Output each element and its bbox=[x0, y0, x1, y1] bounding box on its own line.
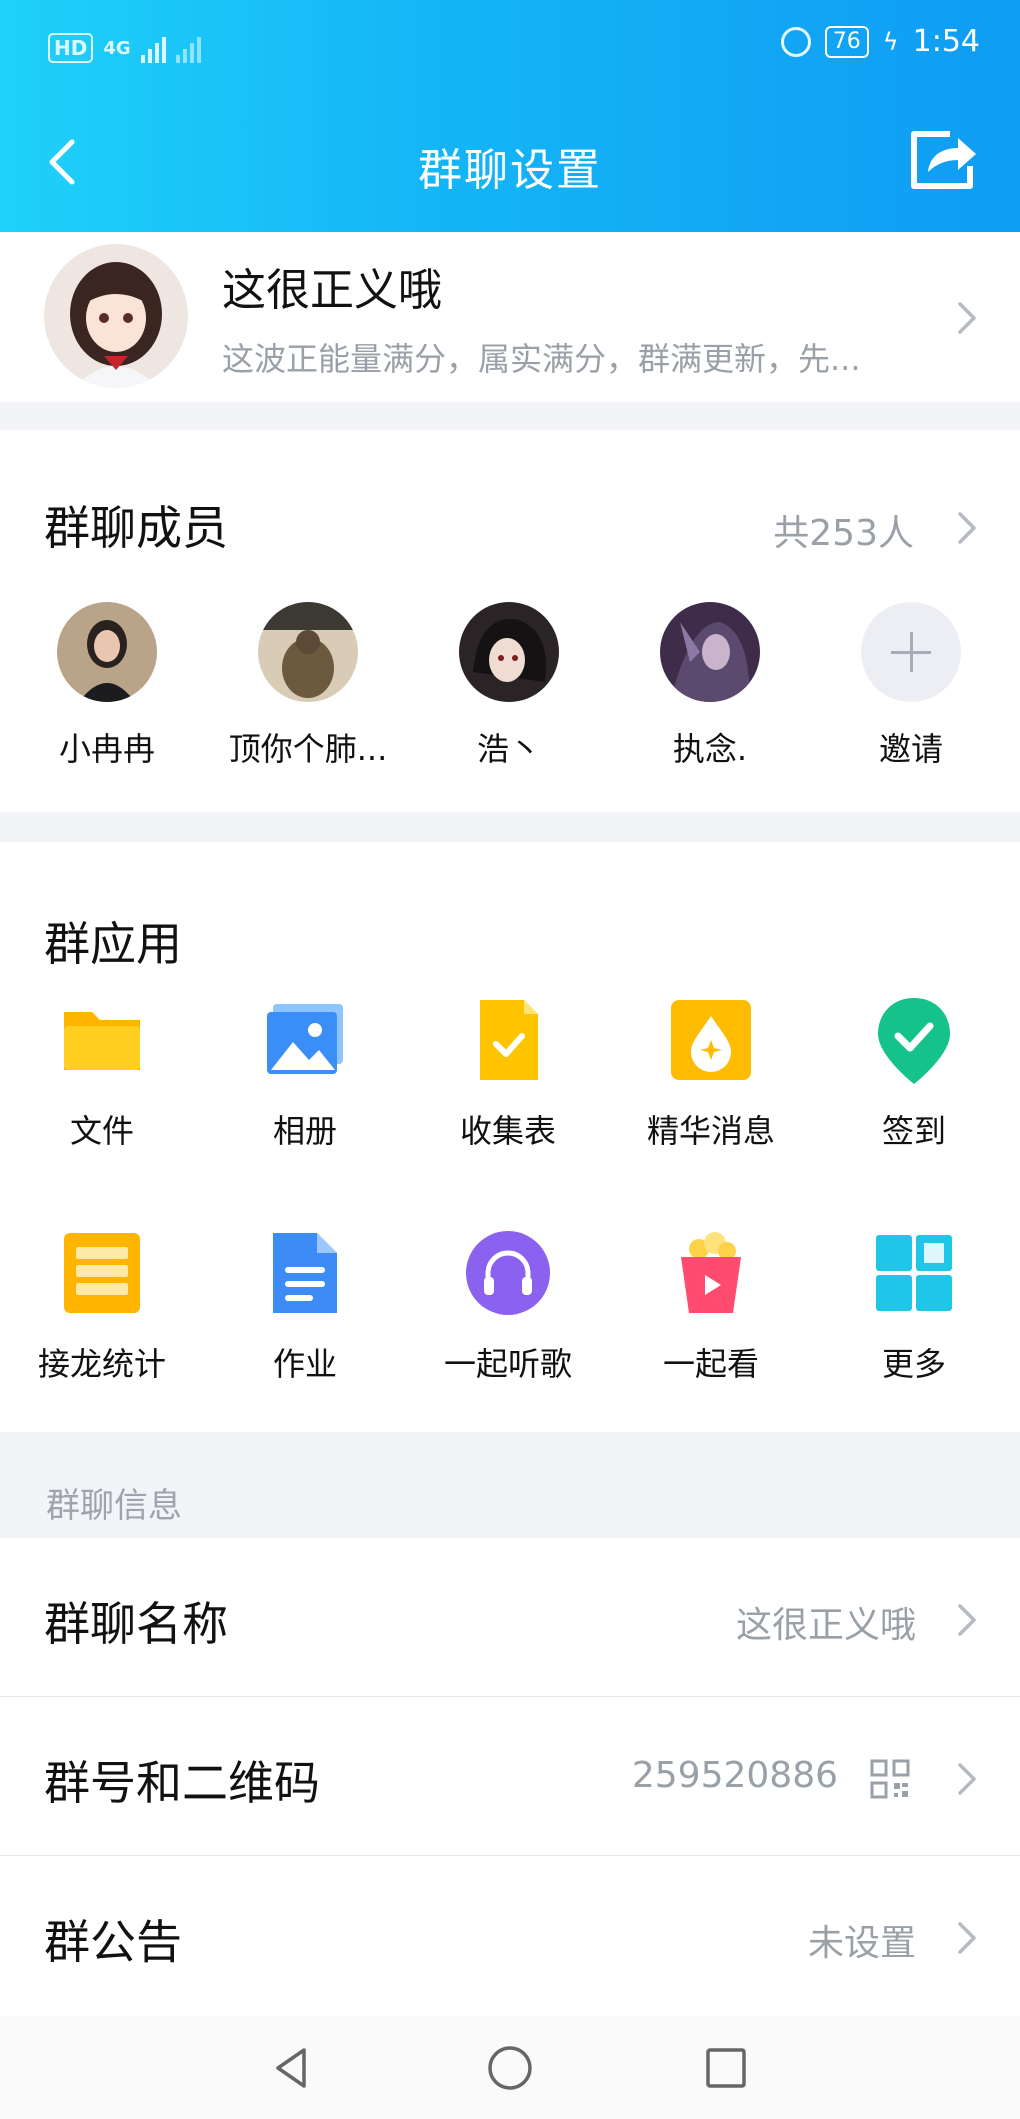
app-watch-together[interactable]: 一起看 bbox=[611, 1227, 811, 1385]
group-profile-card[interactable]: 这很正义哦 这波正能量满分，属实满分，群满更新，先... bbox=[0, 232, 1020, 402]
grid-icon bbox=[876, 1235, 952, 1311]
group-number: 259520886 bbox=[631, 1755, 838, 1796]
chevron-right-icon bbox=[956, 1759, 980, 1799]
invite-label: 邀请 bbox=[878, 730, 943, 768]
headphones-icon bbox=[466, 1231, 550, 1315]
apps-title: 群应用 bbox=[44, 917, 182, 971]
signal-2-icon bbox=[175, 33, 201, 63]
status-time: 1:54 bbox=[912, 24, 980, 59]
group-info-list: 群聊名称 这很正义哦 群号和二维码 259520886 群公告 未设置 bbox=[0, 1538, 1020, 2016]
app-collect-form[interactable]: 收集表 bbox=[408, 994, 608, 1152]
recents-square-icon[interactable] bbox=[702, 2044, 750, 2092]
app-label: 精华消息 bbox=[646, 1112, 775, 1150]
status-right: 76 ϟ 1:54 bbox=[780, 24, 980, 59]
avatar[interactable] bbox=[258, 602, 358, 702]
app-label: 签到 bbox=[881, 1112, 946, 1150]
app-label: 作业 bbox=[272, 1345, 337, 1383]
plus-icon[interactable] bbox=[861, 602, 961, 702]
app-more[interactable]: 更多 bbox=[814, 1227, 1014, 1385]
alarm-icon bbox=[780, 26, 811, 57]
chevron-right-icon[interactable] bbox=[956, 508, 980, 548]
member-item[interactable]: 顶你个肺... bbox=[208, 602, 408, 770]
app-homework[interactable]: 作业 bbox=[205, 1227, 405, 1385]
app-label: 文件 bbox=[69, 1112, 134, 1150]
row-value: 未设置 bbox=[807, 1923, 916, 1964]
battery-level: 76 bbox=[824, 25, 869, 58]
app-files[interactable]: 文件 bbox=[2, 994, 202, 1152]
album-icon bbox=[267, 1004, 343, 1074]
member-item[interactable]: 浩丶 bbox=[409, 602, 609, 770]
nav-bar: 群聊设置 bbox=[0, 92, 1020, 232]
members-title: 群聊成员 bbox=[44, 501, 228, 555]
group-number-qr-row[interactable]: 群号和二维码 259520886 bbox=[0, 1697, 1020, 1855]
app-label: 一起听歌 bbox=[443, 1345, 572, 1383]
status-left: HD 4G bbox=[48, 28, 201, 68]
member-count[interactable]: 共253人 bbox=[773, 504, 914, 556]
avatar[interactable] bbox=[660, 602, 760, 702]
row-value: 这很正义哦 bbox=[735, 1605, 916, 1646]
chevron-right-icon bbox=[956, 1600, 980, 1640]
app-essence[interactable]: 精华消息 bbox=[611, 994, 811, 1152]
home-circle-icon[interactable] bbox=[486, 2044, 534, 2092]
app-label: 更多 bbox=[881, 1345, 946, 1383]
row-label: 群公告 bbox=[44, 1915, 182, 1969]
signal-icon bbox=[140, 33, 166, 63]
chevron-right-icon bbox=[956, 298, 980, 338]
row-label: 群号和二维码 bbox=[44, 1756, 320, 1810]
status-bar: HD 4G 76 ϟ 1:54 bbox=[0, 0, 1020, 92]
app-label: 相册 bbox=[272, 1112, 337, 1150]
app-label: 收集表 bbox=[459, 1112, 556, 1150]
group-name-row[interactable]: 群聊名称 这很正义哦 bbox=[0, 1538, 1020, 1696]
app-checkin[interactable]: 签到 bbox=[814, 994, 1014, 1152]
app-relay-stats[interactable]: 接龙统计 bbox=[2, 1227, 202, 1385]
invite-member-button[interactable]: 邀请 bbox=[811, 602, 1011, 770]
hd-badge-icon: HD bbox=[48, 33, 94, 63]
app-album[interactable]: 相册 bbox=[205, 994, 405, 1152]
avatar[interactable] bbox=[57, 602, 157, 702]
relay-icon bbox=[64, 1233, 140, 1313]
avatar[interactable] bbox=[459, 602, 559, 702]
member-name: 小冉冉 bbox=[58, 730, 155, 768]
charging-icon: ϟ bbox=[882, 27, 899, 56]
app-label: 一起看 bbox=[662, 1345, 759, 1383]
group-avatar[interactable] bbox=[44, 244, 188, 388]
checkin-icon bbox=[878, 998, 950, 1084]
group-apps-section: 群应用 文件 相册 收集表 精华消息 签到 接龙统计 作业 一起听歌 一起看 更… bbox=[0, 842, 1020, 1432]
member-item[interactable]: 小冉冉 bbox=[7, 602, 207, 770]
info-section-header: 群聊信息 bbox=[46, 1486, 182, 1526]
member-name: 顶你个肺... bbox=[228, 730, 388, 768]
system-navigation-bar bbox=[0, 2016, 1020, 2119]
page-title: 群聊设置 bbox=[418, 145, 602, 196]
group-announcement-row[interactable]: 群公告 未设置 bbox=[0, 1856, 1020, 2014]
share-icon[interactable] bbox=[906, 128, 978, 192]
row-label: 群聊名称 bbox=[44, 1597, 228, 1651]
back-triangle-icon[interactable] bbox=[268, 2044, 316, 2092]
form-icon bbox=[480, 1000, 538, 1080]
member-name: 浩丶 bbox=[476, 730, 541, 768]
group-name: 这很正义哦 bbox=[222, 265, 442, 316]
app-listen-together[interactable]: 一起听歌 bbox=[408, 1227, 608, 1385]
members-section: 群聊成员 共253人 小冉冉 顶你个肺... 浩丶 执念. 邀请 bbox=[0, 430, 1020, 812]
group-description: 这波正能量满分，属实满分，群满更新，先... bbox=[222, 340, 861, 378]
homework-icon bbox=[273, 1233, 337, 1313]
member-item[interactable]: 执念. bbox=[610, 602, 810, 770]
essence-icon bbox=[671, 1000, 751, 1080]
network-label: 4G bbox=[103, 37, 131, 59]
top-header: HD 4G 76 ϟ 1:54 群聊设置 bbox=[0, 0, 1020, 232]
popcorn-icon bbox=[681, 1232, 741, 1313]
chevron-right-icon bbox=[956, 1918, 980, 1958]
member-name: 执念. bbox=[672, 730, 748, 768]
folder-icon bbox=[64, 1012, 140, 1070]
qr-code-icon[interactable] bbox=[870, 1759, 910, 1799]
app-label: 接龙统计 bbox=[37, 1345, 166, 1383]
